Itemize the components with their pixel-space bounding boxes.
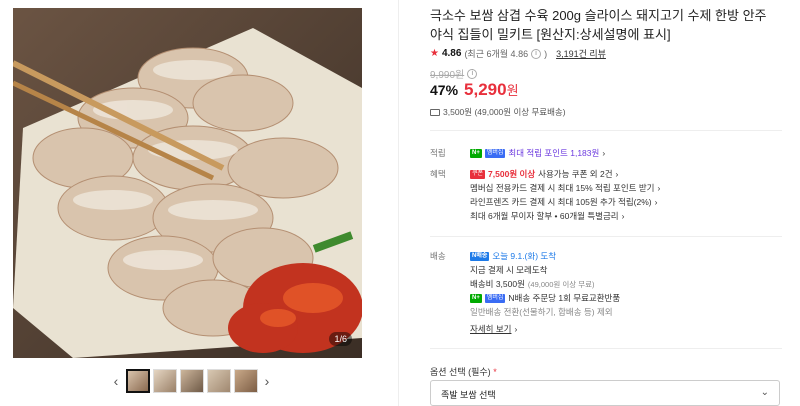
shipping-summary-row: 3,500원 (49,000원 이상 무료배송) bbox=[430, 106, 566, 118]
required-mark: * bbox=[493, 367, 497, 377]
rating-score: 4.86 bbox=[441, 48, 462, 59]
exchange-text: N배송 주문당 1회 무료교환반품 bbox=[508, 293, 621, 303]
gallery-panel: 1/6 ‹ › bbox=[0, 0, 400, 406]
price-row: 47% 5,290원 bbox=[430, 80, 519, 100]
truck-icon bbox=[430, 108, 440, 116]
info-icon[interactable]: i bbox=[467, 68, 478, 79]
chevron-right-icon[interactable]: › bbox=[259, 368, 275, 394]
product-main-image[interactable]: 1/6 bbox=[13, 8, 362, 358]
installment-row[interactable]: 최대 6개월 무이자 할부 • 60개월 특별금리 › bbox=[470, 210, 624, 222]
points-text: 최대 적립 포인트 1,183원 bbox=[508, 148, 600, 158]
chevron-right-icon: › bbox=[602, 148, 606, 158]
boiled-pork-photo bbox=[13, 8, 362, 358]
delivery-arrival: 오늘 9.1.(화) 도착 bbox=[492, 251, 557, 261]
option-selected-value: 족발 보쌈 선택 bbox=[441, 390, 496, 400]
product-info-panel: 극소수 보쌈 삼겹 수육 200g 슬라이스 돼지고기 수제 한방 안주 야식 … bbox=[430, 0, 785, 406]
original-price: 9,990원 bbox=[430, 70, 465, 81]
panel-divider bbox=[398, 0, 399, 406]
shipping-summary: 3,500원 (49,000원 이상 무료배송) bbox=[443, 107, 566, 117]
line-friends-card-row[interactable]: 라인프렌즈 카드 결제 시 최대 105원 추가 적립(2%) › bbox=[470, 196, 657, 208]
star-icon: ★ bbox=[430, 48, 439, 59]
chevron-right-icon: › bbox=[621, 211, 625, 221]
chevron-right-icon: › bbox=[514, 324, 518, 334]
membership-card-row[interactable]: 멤버십 전용카드 결제 시 최대 15% 적립 포인트 받기 › bbox=[470, 182, 660, 194]
divider bbox=[430, 236, 782, 237]
delivery-label: 배송 bbox=[430, 251, 446, 261]
delivery-arrival-row: N배송 오늘 9.1.(화) 도착 bbox=[470, 250, 556, 262]
membership-badge: 멤버십 bbox=[484, 148, 506, 158]
divider bbox=[430, 348, 782, 349]
sale-price: 5,290원 bbox=[464, 80, 519, 99]
delivery-detail-link[interactable]: 자세히 보기 › bbox=[470, 323, 517, 335]
benefit-label: 혜택 bbox=[430, 169, 446, 179]
naver-plus-badge: N+ bbox=[470, 293, 482, 303]
points-label: 적립 bbox=[430, 148, 446, 158]
chevron-left-icon[interactable]: ‹ bbox=[108, 368, 124, 394]
n-delivery-badge: N배송 bbox=[470, 251, 490, 261]
original-price-row: 9,990원 i bbox=[430, 66, 478, 81]
coupon-badge: 쿠폰 bbox=[470, 169, 486, 179]
coupon-row[interactable]: 쿠폰 7,500원 이상 사용가능 쿠폰 외 2건 › bbox=[470, 168, 618, 180]
option-label: 옵션 선택 (필수) * bbox=[430, 367, 497, 377]
option-select[interactable]: 족발 보쌈 선택 ⌄ bbox=[430, 380, 780, 406]
coupon-amount: 7,500원 이상 bbox=[488, 169, 536, 179]
thumbnail-4[interactable] bbox=[206, 369, 231, 393]
thumbnail-3[interactable] bbox=[179, 369, 204, 393]
product-title: 극소수 보쌈 삼겹 수육 200g 슬라이스 돼지고기 수제 한방 안주 야식 … bbox=[430, 8, 767, 42]
review-count-link[interactable]: 3,191건 리뷰 bbox=[556, 47, 606, 60]
chevron-right-icon: › bbox=[654, 197, 658, 207]
delivery-fee-note: (49,000원 이상 무료) bbox=[527, 279, 595, 289]
delivery-fee-row: 배송비 3,500원 (49,000원 이상 무료) bbox=[470, 278, 595, 290]
thumbnail-1[interactable] bbox=[125, 369, 150, 393]
delivery-info: 지금 결제 시 모레도착 bbox=[470, 265, 548, 275]
chevron-down-icon: ⌄ bbox=[760, 387, 769, 398]
image-counter: 1/6 bbox=[329, 332, 352, 346]
membership-badge: 멤버십 bbox=[484, 293, 506, 303]
chevron-right-icon: › bbox=[615, 169, 619, 179]
points-row[interactable]: N+ 멤버십 최대 적립 포인트 1,183원 › bbox=[470, 147, 605, 159]
general-delivery-row: 일반배송 전환(선물하기, 합배송 등) 제외 bbox=[470, 307, 613, 317]
rating-recent: (최근 6개월 4.86 bbox=[464, 49, 529, 59]
thumbnail-2[interactable] bbox=[152, 369, 177, 393]
info-icon[interactable]: i bbox=[531, 48, 542, 59]
divider bbox=[430, 130, 782, 131]
discount-rate: 47% bbox=[430, 82, 459, 98]
delivery-fee: 배송비 3,500원 bbox=[470, 279, 525, 289]
coupon-text: 사용가능 쿠폰 외 2건 bbox=[538, 169, 613, 179]
exchange-row: N+ 멤버십 N배송 주문당 1회 무료교환반품 bbox=[470, 292, 620, 304]
rating-row: ★ 4.86 (최근 6개월 4.86 i) 3,191건 리뷰 bbox=[430, 47, 606, 60]
thumbnail-strip: ‹ › bbox=[108, 368, 275, 394]
chevron-right-icon: › bbox=[657, 183, 661, 193]
thumbnail-5[interactable] bbox=[233, 369, 258, 393]
naver-plus-badge: N+ bbox=[470, 148, 482, 158]
